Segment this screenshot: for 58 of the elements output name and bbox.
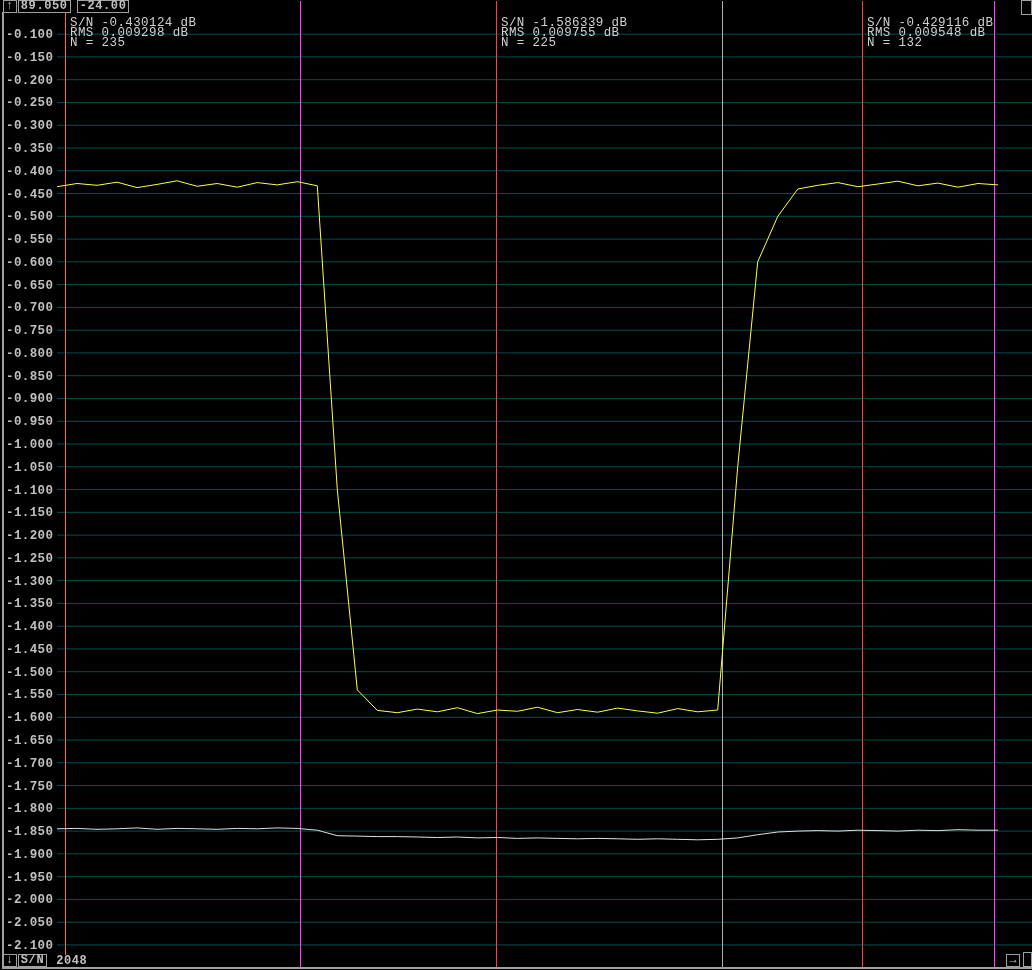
- y-tick-label: -0.550: [6, 233, 54, 248]
- y-tick-label: -1.150: [6, 506, 54, 521]
- y-tick-label: -0.800: [6, 346, 54, 361]
- marker-line[interactable]: [300, 1, 301, 967]
- y-tick-label: -1.950: [6, 870, 54, 885]
- stat-text: N = 225: [501, 36, 557, 50]
- stat-text: N = 132: [867, 36, 923, 50]
- y-tick-label: -0.650: [6, 278, 54, 293]
- marker-line[interactable]: [496, 1, 497, 967]
- y-tick-label: -1.900: [6, 847, 54, 862]
- y-tick-label: -1.650: [6, 734, 54, 748]
- point-count: 2048: [55, 954, 89, 967]
- y-tick-label: -1.850: [6, 825, 54, 840]
- marker-line[interactable]: [722, 1, 723, 967]
- y-tick-label: -0.200: [6, 73, 54, 88]
- value-field[interactable]: -24.00: [76, 0, 130, 13]
- y-tick-label: -0.150: [6, 50, 54, 65]
- y-tick-label: -2.100: [6, 938, 54, 953]
- value-field[interactable]: 89.050: [17, 0, 71, 13]
- y-tick-label: -0.100: [6, 28, 54, 43]
- y-tick-label: -2.000: [6, 893, 54, 908]
- y-tick-label: -1.400: [6, 620, 54, 635]
- y-tick-label: -1.550: [6, 688, 54, 703]
- y-tick-label: -0.950: [6, 415, 54, 430]
- y-tick-label: -0.750: [6, 324, 54, 339]
- y-tick-label: -1.050: [6, 460, 54, 475]
- y-tick-label: -1.200: [6, 529, 54, 544]
- y-tick-label: -0.600: [6, 255, 54, 270]
- y-tick-label: -0.250: [6, 96, 54, 111]
- y-tick-label: -0.500: [6, 210, 54, 225]
- y-tick-label: -1.000: [6, 438, 54, 452]
- y-tick-label: -0.850: [6, 369, 54, 384]
- y-tick-label: -0.900: [6, 392, 54, 407]
- y-tick-label: -1.350: [6, 597, 54, 612]
- y-tick-label: -2.050: [6, 916, 54, 931]
- y-tick-label: -1.600: [6, 711, 54, 726]
- y-tick-label: -1.500: [6, 665, 54, 680]
- scroll-right-button[interactable]: →: [1006, 954, 1020, 967]
- cut-off-button[interactable]: [1023, 952, 1032, 967]
- y-tick-label: -0.400: [6, 164, 54, 179]
- y-tick-label: -1.800: [6, 802, 54, 817]
- scroll-up-button[interactable]: ↑: [3, 0, 17, 13]
- y-tick-label: -0.300: [6, 119, 54, 134]
- y-tick-label: -1.700: [6, 756, 54, 771]
- stat-text: N = 235: [70, 36, 126, 50]
- marker-line[interactable]: [994, 1, 995, 967]
- scroll-down-button[interactable]: ↓: [3, 954, 17, 967]
- y-tick-label: -0.700: [6, 301, 54, 316]
- y-tick-label: -1.750: [6, 779, 54, 794]
- y-tick-label: -1.100: [6, 483, 54, 498]
- mode-button[interactable]: S/N: [17, 954, 48, 967]
- y-tick-label: -1.300: [6, 574, 54, 589]
- y-tick-label: -1.450: [6, 642, 54, 657]
- y-tick-label: -0.350: [6, 142, 54, 156]
- y-tick-label: -1.250: [6, 551, 54, 566]
- marker-line[interactable]: [862, 1, 863, 967]
- cut-off-button[interactable]: [1021, 0, 1032, 15]
- y-tick-label: -0.450: [6, 187, 54, 202]
